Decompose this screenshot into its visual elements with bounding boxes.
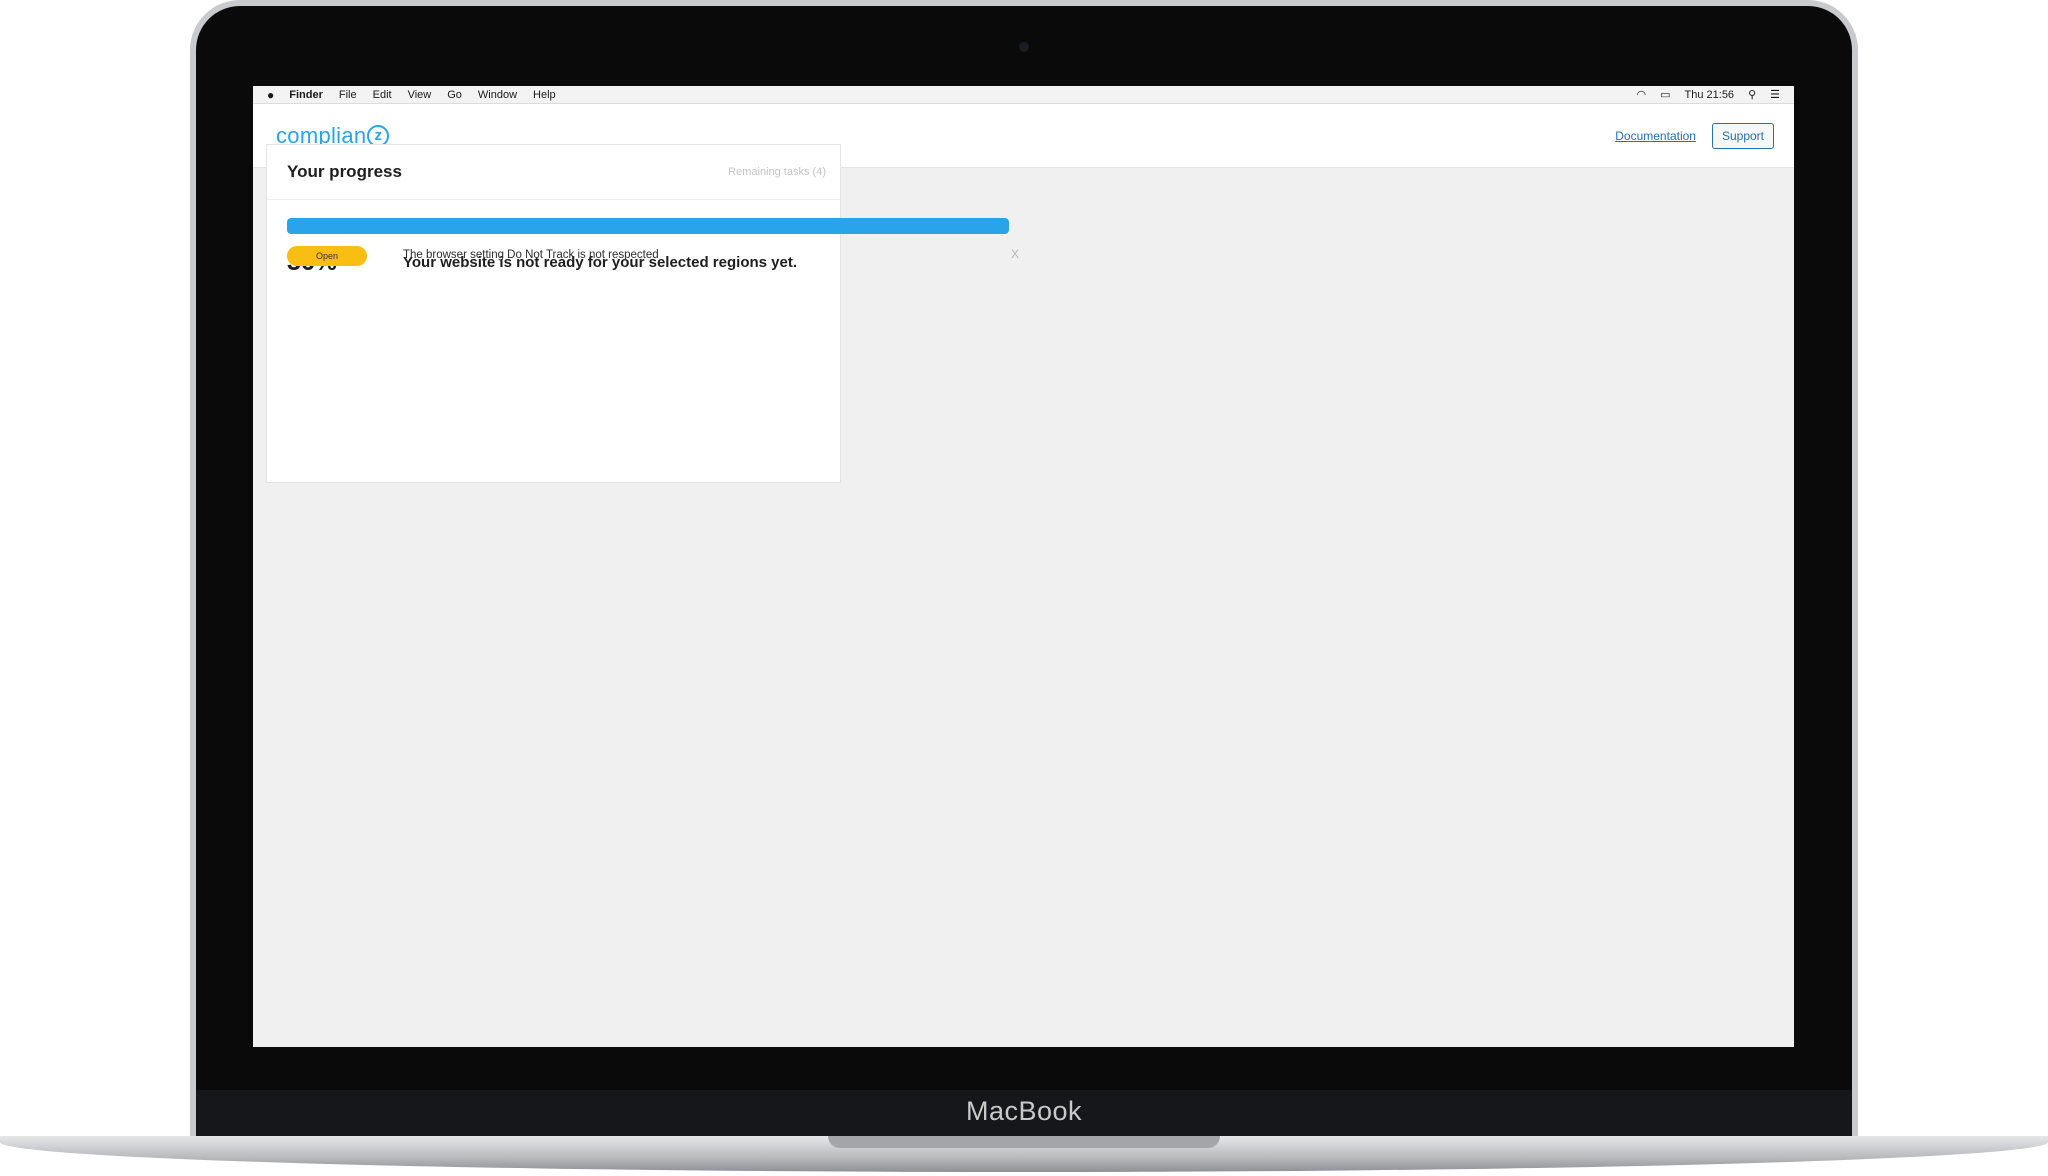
battery-icon[interactable]: ▭ <box>1660 88 1670 101</box>
wifi-icon[interactable]: ◠ <box>1637 88 1647 101</box>
dismiss-icon[interactable]: X <box>1008 246 1022 262</box>
menu-file[interactable]: File <box>339 89 357 101</box>
menu-clock[interactable]: Thu 21:56 <box>1685 89 1735 101</box>
macbook-notch <box>828 1136 1220 1148</box>
menu-edit[interactable]: Edit <box>373 89 392 101</box>
apple-icon[interactable]: ● <box>267 88 274 102</box>
task-text: The browser setting Do Not Track is not … <box>403 249 659 261</box>
camera-icon <box>1019 42 1029 52</box>
progress-bar <box>287 218 1009 234</box>
progress-bar-fill <box>287 218 1009 234</box>
header-support-button[interactable]: Support <box>1711 122 1774 149</box>
menu-view[interactable]: View <box>408 89 432 101</box>
menu-window[interactable]: Window <box>478 89 517 101</box>
menu-help[interactable]: Help <box>533 89 556 101</box>
control-center-icon[interactable]: ☰ <box>1770 88 1780 101</box>
menu-go[interactable]: Go <box>447 89 462 101</box>
progress-card: Your progress Remaining tasks (4) 36% Yo… <box>266 144 1019 483</box>
macbook-label: MacBook <box>965 1096 1083 1126</box>
menu-bar: ● Finder File Edit View Go Window Help ◠… <box>253 86 1794 104</box>
menu-app[interactable]: Finder <box>289 89 323 101</box>
remaining-tasks: Remaining tasks (4) <box>728 166 826 178</box>
progress-title: Your progress <box>287 162 402 181</box>
status-badge: Open <box>287 246 367 266</box>
documentation-link[interactable]: Documentation <box>1615 129 1696 143</box>
task-item: Open The browser setting Do Not Track is… <box>287 246 1022 266</box>
progress-card-header: Your progress Remaining tasks (4) <box>267 145 840 200</box>
screen: ● Finder File Edit View Go Window Help ◠… <box>253 86 1794 1047</box>
spotlight-search-icon[interactable]: ⚲ <box>1748 88 1756 101</box>
